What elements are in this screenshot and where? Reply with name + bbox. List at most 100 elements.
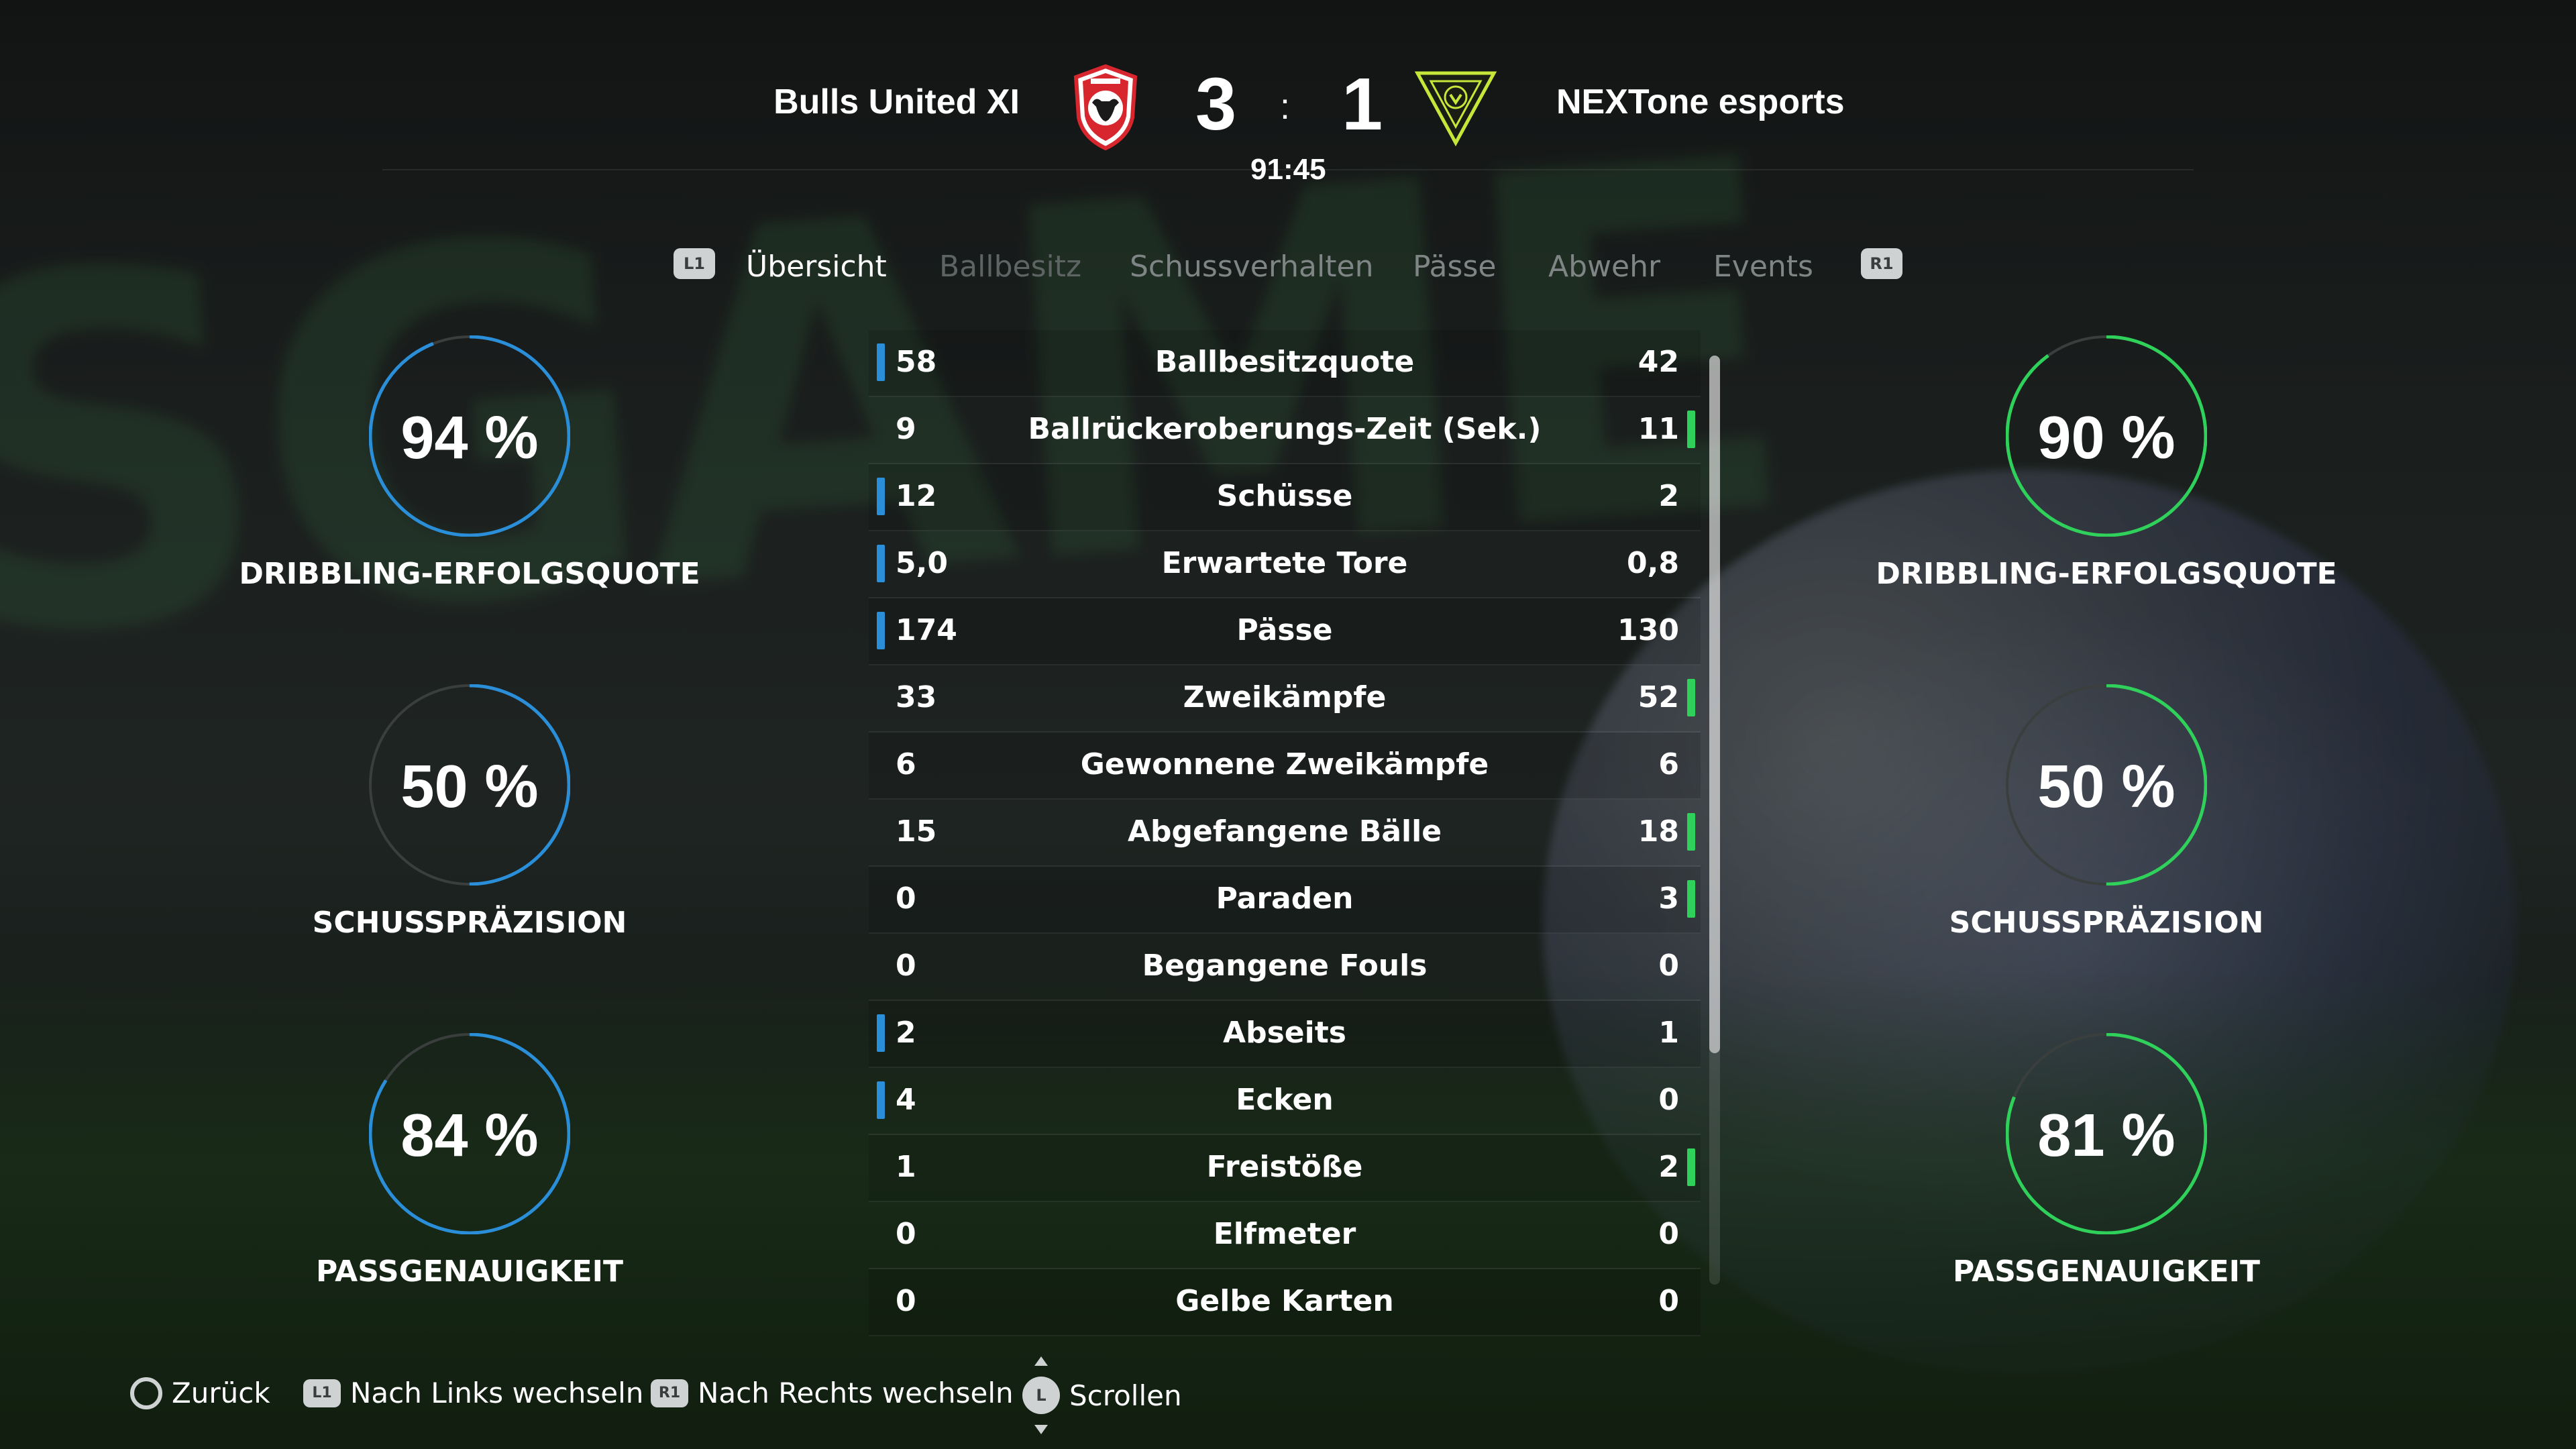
stat-away-value: 52: [1638, 680, 1679, 714]
stats-scrollbar[interactable]: [1709, 356, 1720, 1285]
stat-home-value: 9: [896, 412, 916, 446]
stat-row: Begangene Fouls 0 0: [869, 934, 1701, 1001]
stat-home-value: 15: [896, 814, 937, 849]
stat-row: Gelbe Karten 0 0: [869, 1269, 1701, 1336]
button-hints-footer: Zurück L1 Nach Links wechseln R1 Nach Re…: [0, 1356, 2576, 1434]
stat-home-value: 0: [896, 1284, 916, 1318]
stat-home-value: 174: [896, 613, 957, 647]
ring-value: 94 %: [400, 405, 539, 472]
ring-label: DRIBBLING-ERFOLGSQUOTE: [1876, 557, 2337, 591]
stat-label: Gelbe Karten: [1175, 1284, 1394, 1318]
stat-row: Paraden 0 3: [869, 867, 1701, 934]
stat-label: Erwartete Tore: [1161, 546, 1408, 580]
switch-right-hint[interactable]: R1 Nach Rechts wechseln: [651, 1377, 1014, 1409]
stat-label: Ballrückeroberungs-Zeit (Sek.): [1028, 412, 1542, 446]
stat-away-value: 2: [1658, 479, 1679, 513]
stat-away-value: 2: [1658, 1150, 1679, 1184]
stat-home-value: 33: [896, 680, 937, 714]
ring-value: 81 %: [2037, 1102, 2176, 1169]
home-shot-accuracy-ring: 50 % SCHUSSPRÄZISION: [201, 684, 738, 1006]
stat-home-value: 2: [896, 1016, 916, 1050]
stat-row: Schüsse 12 2: [869, 464, 1701, 531]
stat-row: Ecken 4 0: [869, 1068, 1701, 1135]
ring-label: SCHUSSPRÄZISION: [1949, 906, 2264, 940]
match-header: Bulls United XI 3 : 1 91:45 NEXTone espo…: [0, 0, 2576, 201]
stat-away-value: 42: [1638, 345, 1679, 379]
stat-home-value: 1: [896, 1150, 916, 1184]
away-team-name: NEXTone esports: [1556, 83, 1845, 121]
tab-schussverhalten[interactable]: Schussverhalten: [1130, 250, 1373, 284]
stat-row: Pässe 174 130: [869, 598, 1701, 665]
stat-label: Pässe: [1236, 613, 1333, 647]
l1-button-icon[interactable]: L1: [674, 248, 715, 279]
stat-row: Abseits 2 1: [869, 1001, 1701, 1068]
stat-away-value: 3: [1658, 881, 1679, 916]
scroll-label: Scrollen: [1069, 1379, 1182, 1412]
stats-table[interactable]: Ballbesitzquote 58 42 Ballrückeroberungs-Ze…: [869, 330, 1701, 1336]
stat-label: Ballbesitzquote: [1155, 345, 1415, 379]
stats-tab-bar: L1 Übersicht Ballbesitz Schussverhalten …: [0, 241, 2576, 295]
stat-home-value: 0: [896, 1217, 916, 1251]
tab-paesse[interactable]: Pässe: [1413, 250, 1496, 284]
ring-value: 50 %: [400, 753, 539, 820]
stat-away-value: 0,8: [1627, 546, 1679, 580]
stat-label: Zweikämpfe: [1183, 680, 1387, 714]
l1-button-icon: L1: [303, 1379, 341, 1407]
stat-away-value: 18: [1638, 814, 1679, 849]
stat-away-value: 0: [1658, 1083, 1679, 1117]
ring-value: 50 %: [2037, 753, 2176, 820]
away-dribbling-ring: 90 % DRIBBLING-ERFOLGSQUOTE: [1838, 335, 2375, 657]
stat-home-value: 4: [896, 1083, 916, 1117]
stat-away-value: 6: [1658, 747, 1679, 782]
tab-events[interactable]: Events: [1713, 250, 1813, 284]
stat-label: Abgefangene Bälle: [1127, 814, 1442, 849]
stat-label: Begangene Fouls: [1142, 949, 1428, 983]
scrollbar-thumb[interactable]: [1709, 356, 1720, 1053]
bull-shield-crest-icon: [1072, 64, 1139, 151]
r1-button-icon[interactable]: R1: [1861, 248, 1902, 279]
scroll-hint[interactable]: L Scrollen: [1022, 1356, 1182, 1434]
ring-value: 84 %: [400, 1102, 539, 1169]
stat-away-value: 0: [1658, 1284, 1679, 1318]
ring-value: 90 %: [2037, 405, 2176, 472]
ring-label: DRIBBLING-ERFOLGSQUOTE: [239, 557, 700, 591]
switch-right-label: Nach Rechts wechseln: [698, 1377, 1014, 1409]
back-hint[interactable]: Zurück: [130, 1377, 270, 1409]
home-pass-accuracy-ring: 84 % PASSGENAUIGKEIT: [201, 1033, 738, 1355]
ring-label: PASSGENAUIGKEIT: [1952, 1254, 2261, 1289]
stat-row: Ballbesitzquote 58 42: [869, 330, 1701, 397]
tab-uebersicht[interactable]: Übersicht: [746, 250, 887, 284]
ring-label: SCHUSSPRÄZISION: [312, 906, 627, 940]
away-pass-accuracy-ring: 81 % PASSGENAUIGKEIT: [1838, 1033, 2375, 1355]
stat-label: Gewonnene Zweikämpfe: [1080, 747, 1489, 782]
stat-label: Ecken: [1236, 1083, 1334, 1117]
stat-home-value: 5,0: [896, 546, 948, 580]
switch-left-hint[interactable]: L1 Nach Links wechseln: [303, 1377, 643, 1409]
stat-home-value: 0: [896, 949, 916, 983]
stat-away-value: 11: [1638, 412, 1679, 446]
arrow-up-icon: [1034, 1356, 1048, 1366]
stat-home-value: 6: [896, 747, 916, 782]
home-team-name: Bulls United XI: [773, 83, 1020, 121]
tab-abwehr[interactable]: Abwehr: [1548, 250, 1660, 284]
stat-row: Erwartete Tore 5,0 0,8: [869, 531, 1701, 598]
stat-row: Freistöße 1 2: [869, 1135, 1701, 1202]
tab-ballbesitz[interactable]: Ballbesitz: [939, 250, 1081, 284]
ring-label: PASSGENAUIGKEIT: [315, 1254, 624, 1289]
stat-row: Zweikämpfe 33 52: [869, 665, 1701, 733]
stat-home-value: 0: [896, 881, 916, 916]
stat-home-value: 12: [896, 479, 937, 513]
stat-away-value: 0: [1658, 949, 1679, 983]
home-dribbling-ring: 94 % DRIBBLING-ERFOLGSQUOTE: [201, 335, 738, 657]
stat-away-value: 130: [1617, 613, 1679, 647]
stat-row: Abgefangene Bälle 15 18: [869, 800, 1701, 867]
stat-label: Freistöße: [1206, 1150, 1363, 1184]
stat-row: Ballrückeroberungs-Zeit (Sek.) 9 11: [869, 397, 1701, 464]
switch-left-label: Nach Links wechseln: [350, 1377, 644, 1409]
score-separator: :: [1280, 87, 1291, 127]
stat-away-value: 1: [1658, 1016, 1679, 1050]
nextone-triangle-crest-icon: [1414, 64, 1497, 151]
stat-label: Abseits: [1223, 1016, 1346, 1050]
stick-letter: L: [1036, 1386, 1046, 1405]
left-stick-icon: L: [1022, 1356, 1060, 1434]
